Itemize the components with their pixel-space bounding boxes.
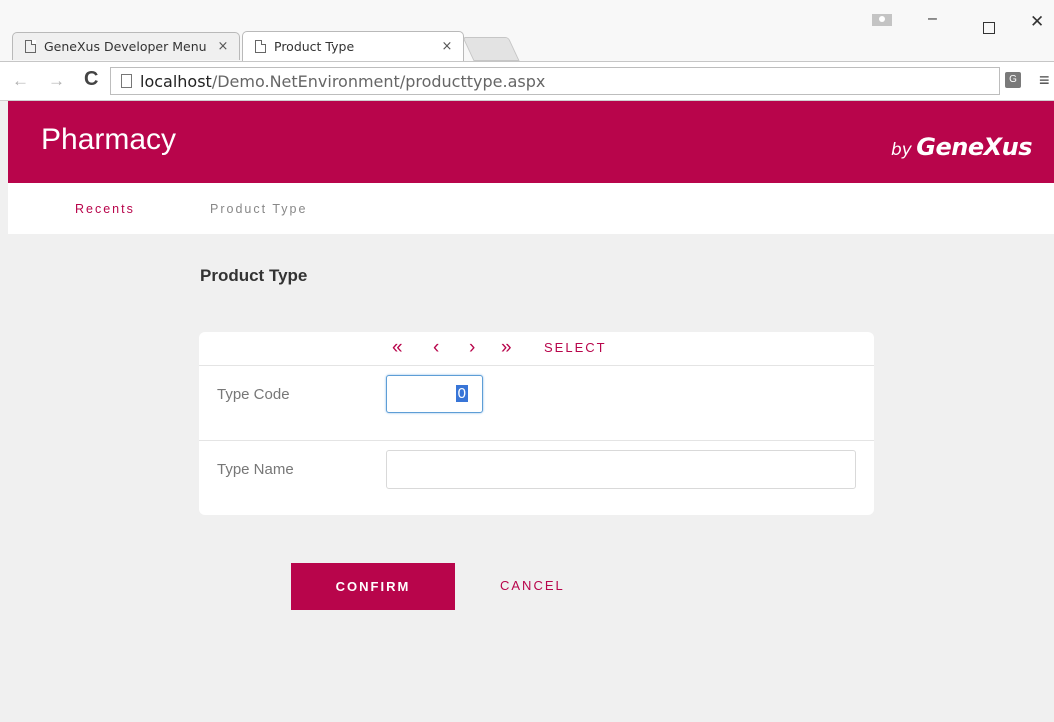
window-maximize-button[interactable] bbox=[983, 22, 995, 34]
nav-link-recents[interactable]: Recents bbox=[75, 202, 135, 216]
first-record-button[interactable]: « bbox=[392, 337, 403, 359]
type-name-input[interactable] bbox=[386, 450, 856, 489]
window-minimize-button[interactable]: – bbox=[928, 10, 937, 28]
type-code-value: 0 bbox=[455, 385, 468, 402]
brand-by: by bbox=[890, 140, 912, 160]
next-record-button[interactable]: › bbox=[469, 337, 475, 359]
brand-name: GeneXus bbox=[916, 133, 1032, 161]
window-close-button[interactable]: ✕ bbox=[1030, 12, 1044, 32]
form-card: « ‹ › » SELECT Type Code 0 Type Name bbox=[199, 332, 874, 515]
type-name-label: Type Name bbox=[217, 461, 294, 478]
genexus-logo: by GeneXus bbox=[890, 133, 1033, 161]
page-icon bbox=[25, 40, 36, 53]
close-tab-icon[interactable]: × bbox=[437, 39, 457, 54]
new-tab-button[interactable] bbox=[462, 37, 520, 61]
forward-arrow-icon[interactable]: → bbox=[48, 71, 65, 91]
previous-record-button[interactable]: ‹ bbox=[433, 337, 439, 359]
type-code-label: Type Code bbox=[217, 386, 290, 403]
tab-title: GeneXus Developer Menu bbox=[44, 39, 207, 54]
cancel-button[interactable]: CANCEL bbox=[500, 578, 565, 593]
page-icon bbox=[255, 40, 266, 53]
row-divider bbox=[199, 440, 874, 441]
page-icon bbox=[121, 74, 132, 88]
tab-product-type[interactable]: Product Type × bbox=[242, 31, 464, 61]
browser-chrome: GeneXus Developer Menu × Product Type × … bbox=[0, 0, 1054, 101]
app-header: Pharmacy by GeneXus bbox=[8, 101, 1054, 183]
nav-link-product-type[interactable]: Product Type bbox=[210, 202, 307, 216]
url-path: /Demo.NetEnvironment/producttype.aspx bbox=[211, 71, 546, 91]
close-tab-icon[interactable]: × bbox=[213, 39, 233, 54]
tab-strip: GeneXus Developer Menu × Product Type × … bbox=[0, 0, 1054, 62]
last-record-button[interactable]: » bbox=[501, 337, 512, 359]
browser-menu-icon[interactable]: ≡ bbox=[1039, 70, 1050, 91]
translate-icon[interactable]: G bbox=[1005, 72, 1021, 88]
user-profile-icon[interactable] bbox=[872, 14, 892, 26]
url-host: localhost bbox=[140, 71, 212, 91]
confirm-button[interactable]: CONFIRM bbox=[291, 563, 455, 610]
page-title: Product Type bbox=[200, 266, 308, 285]
back-arrow-icon[interactable]: ← bbox=[12, 71, 29, 91]
app-title: Pharmacy bbox=[41, 123, 177, 156]
tab-title: Product Type bbox=[274, 39, 355, 54]
reload-icon[interactable]: C bbox=[84, 68, 98, 91]
record-navigation: « ‹ › » SELECT bbox=[199, 332, 874, 366]
type-code-input[interactable]: 0 bbox=[386, 375, 483, 413]
select-button[interactable]: SELECT bbox=[544, 340, 607, 355]
tab-genexus-developer-menu[interactable]: GeneXus Developer Menu × bbox=[12, 32, 240, 60]
app-nav: Recents Product Type bbox=[8, 183, 1054, 234]
browser-toolbar: ← → C localhost/Demo.NetEnvironment/prod… bbox=[0, 61, 1054, 101]
address-bar[interactable]: localhost/Demo.NetEnvironment/producttyp… bbox=[110, 67, 1000, 95]
